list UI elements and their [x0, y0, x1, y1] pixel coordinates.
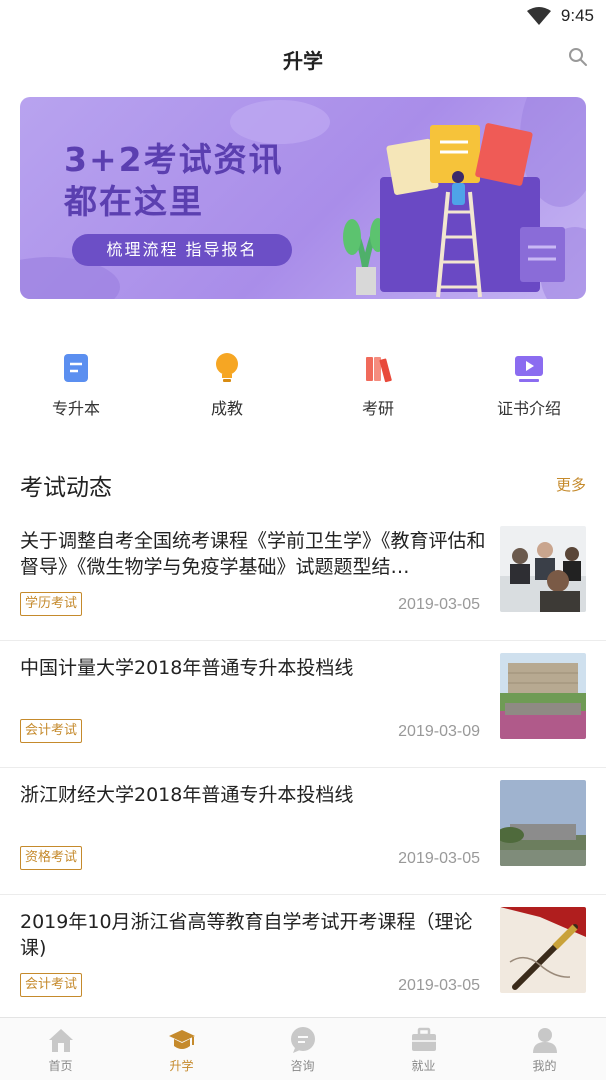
lightbulb-icon — [216, 353, 238, 382]
tab-label: 升学 — [169, 1059, 194, 1073]
category-label: 成教 — [210, 399, 243, 418]
briefcase-icon — [411, 1027, 436, 1051]
news-item[interactable]: 中国计量大学2018年普通专升本投档线 会计考试 2019-03-09 — [0, 641, 606, 768]
tab-label: 首页 — [48, 1059, 73, 1073]
category-label: 专升本 — [51, 399, 100, 418]
tab-home[interactable]: 首页 — [0, 1018, 121, 1080]
category-label: 证书介绍 — [496, 399, 561, 418]
news-section-header: 考试动态 更多 — [20, 468, 586, 501]
bottom-tab-bar: 首页 升学 咨询 就业 我的 — [0, 1017, 606, 1080]
page-title: 升学 — [283, 49, 323, 73]
banner-subtitle-pill: 梳理流程 指导报名 — [72, 234, 292, 266]
news-date: 2019-03-05 — [398, 977, 480, 994]
document-icon — [64, 354, 88, 382]
news-title: 2019年10月浙江省高等教育自学考试开考课程（理论课) — [20, 911, 473, 959]
news-thumbnail — [500, 780, 586, 866]
news-item[interactable]: 2019年10月浙江省高等教育自学考试开考课程（理论课) 会计考试 2019-0… — [0, 895, 606, 1022]
news-item[interactable]: 关于调整自考全国统考课程《学前卫生学》《教育评估和督导》《微生物学与免疫学基础》… — [0, 514, 606, 641]
home-icon — [48, 1029, 73, 1052]
tab-jiuye[interactable]: 就业 — [363, 1018, 484, 1080]
tab-label: 咨询 — [290, 1059, 315, 1073]
tab-label: 就业 — [411, 1059, 436, 1073]
banner-headline-line2: 都在这里 — [64, 182, 204, 221]
search-icon[interactable] — [568, 47, 588, 67]
tab-label: 我的 — [532, 1059, 557, 1073]
clock: 9:45 — [560, 6, 594, 25]
category-zhuanshengben[interactable]: 专升本 — [16, 352, 136, 419]
chat-bubble-icon — [290, 1027, 315, 1053]
promo-banner[interactable]: 3+2考试资讯 都在这里 梳理流程 指导报名 — [20, 97, 586, 299]
news-tag: 会计考试 — [20, 719, 83, 743]
banner-headline: 3+2考试资讯 都在这里 — [64, 139, 284, 223]
news-title: 中国计量大学2018年普通专升本投档线 — [20, 657, 354, 679]
person-icon — [532, 1028, 557, 1053]
graduation-cap-icon — [168, 1030, 195, 1049]
news-thumbnail — [500, 907, 586, 993]
category-chengjiao[interactable]: 成教 — [167, 352, 287, 419]
section-title: 考试动态 — [20, 475, 112, 501]
folder-illustration — [343, 123, 565, 298]
banner-headline-line1: 3+2考试资讯 — [64, 140, 284, 179]
wifi-icon — [527, 7, 551, 25]
status-bar: 9:45 — [0, 0, 606, 34]
news-thumbnail — [500, 653, 586, 739]
news-date: 2019-03-05 — [398, 596, 480, 613]
category-shortcuts: 专升本 成教 考研 证书介绍 — [0, 352, 606, 422]
news-tag: 学历考试 — [20, 592, 83, 616]
tab-mine[interactable]: 我的 — [484, 1018, 605, 1080]
news-thumbnail — [500, 526, 586, 612]
category-zhengshu[interactable]: 证书介绍 — [469, 352, 589, 419]
video-play-icon — [515, 356, 543, 382]
news-date: 2019-03-09 — [398, 723, 480, 740]
news-tag: 会计考试 — [20, 973, 83, 997]
tab-shengxue[interactable]: 升学 — [121, 1018, 242, 1080]
news-title: 浙江财经大学2018年普通专升本投档线 — [20, 784, 354, 806]
news-tag: 资格考试 — [20, 846, 83, 870]
category-kaoyan[interactable]: 考研 — [318, 352, 438, 419]
category-label: 考研 — [361, 399, 394, 418]
news-title: 关于调整自考全国统考课程《学前卫生学》《教育评估和督导》《微生物学与免疫学基础》… — [20, 530, 486, 578]
news-date: 2019-03-05 — [398, 850, 480, 867]
nav-bar: 升学 — [0, 34, 606, 82]
books-icon — [366, 357, 392, 383]
news-item[interactable]: 浙江财经大学2018年普通专升本投档线 资格考试 2019-03-05 — [0, 768, 606, 895]
tab-zixun[interactable]: 咨询 — [242, 1018, 363, 1080]
more-link[interactable]: 更多 — [556, 474, 586, 495]
